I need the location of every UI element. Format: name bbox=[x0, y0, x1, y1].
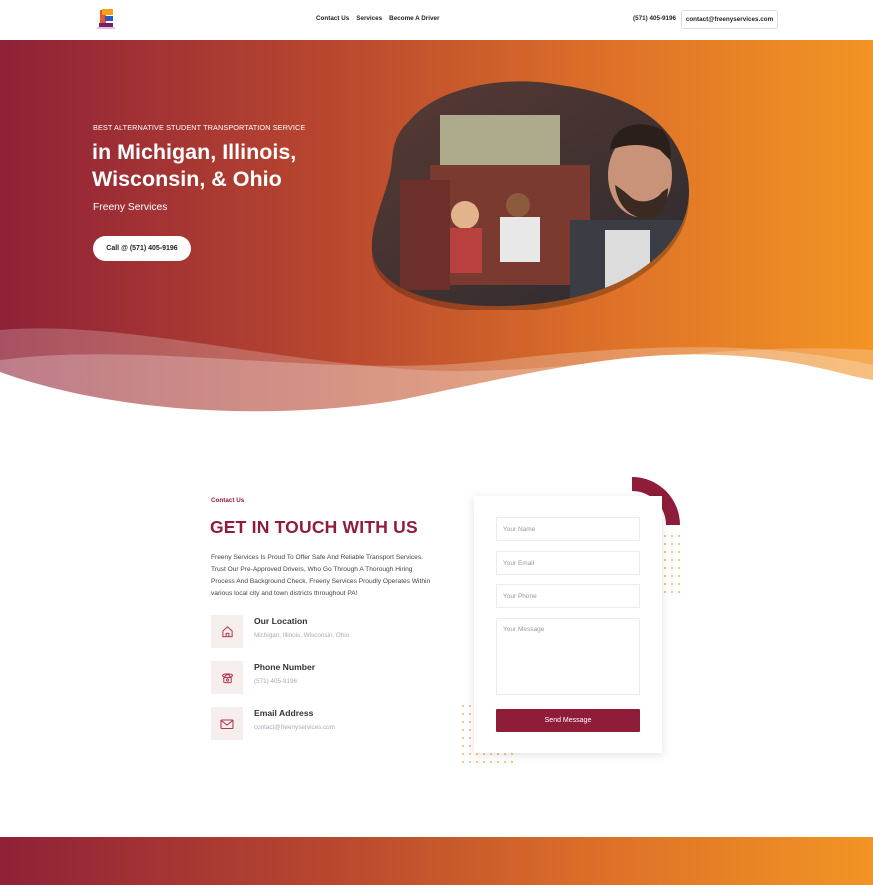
hero-section: BEST ALTERNATIVE STUDENT TRANSPORTATION … bbox=[0, 40, 873, 420]
nav-become-a-driver[interactable]: Become A Driver bbox=[389, 15, 439, 22]
info-location: Our Location Michigan, Illinois, Wiscons… bbox=[211, 615, 411, 648]
contact-kicker: Contact Us bbox=[211, 497, 245, 504]
contact-title: GET IN TOUCH WITH US bbox=[210, 517, 418, 537]
hero-subtitle: Freeny Services bbox=[93, 202, 168, 213]
call-button[interactable]: Call @ (571) 405-9196 bbox=[93, 236, 191, 261]
hero-photo bbox=[371, 81, 689, 310]
info-phone: Phone Number (571) 405-9196 bbox=[211, 661, 411, 694]
mail-icon bbox=[211, 707, 243, 740]
nav-contact-us[interactable]: Contact Us bbox=[316, 15, 349, 22]
hero-waves bbox=[0, 328, 873, 420]
location-value: Michigan, Illinois, Wisconsin, Ohio bbox=[254, 632, 350, 639]
footer-band bbox=[0, 837, 873, 885]
logo-icon bbox=[97, 9, 115, 29]
header-phone-link[interactable]: (571) 405-9196 bbox=[633, 15, 676, 22]
main-nav: Contact Us Services Become A Driver bbox=[316, 15, 439, 22]
nav-services[interactable]: Services bbox=[356, 15, 382, 22]
send-message-button[interactable]: Send Message bbox=[496, 709, 640, 732]
phone-icon bbox=[211, 661, 243, 694]
logo[interactable] bbox=[94, 6, 120, 32]
phone-title: Phone Number bbox=[254, 662, 316, 672]
decor-dots-right bbox=[664, 535, 680, 593]
site-header: Contact Us Services Become A Driver (571… bbox=[0, 0, 873, 40]
contact-description: Freeny Services Is Proud To Offer Safe A… bbox=[211, 554, 431, 597]
phone-value[interactable]: (571) 405-9196 bbox=[254, 678, 297, 685]
phone-field[interactable] bbox=[496, 584, 640, 608]
email-field[interactable] bbox=[496, 551, 640, 575]
hero-kicker: BEST ALTERNATIVE STUDENT TRANSPORTATION … bbox=[93, 123, 306, 132]
info-email: Email Address contact@freenyservices.com bbox=[211, 707, 411, 740]
home-icon bbox=[211, 615, 243, 648]
email-value[interactable]: contact@freenyservices.com bbox=[254, 724, 335, 731]
location-title: Our Location bbox=[254, 616, 308, 626]
email-title: Email Address bbox=[254, 708, 314, 718]
header-email-button[interactable]: contact@freenyservices.com bbox=[681, 10, 778, 29]
name-field[interactable] bbox=[496, 517, 640, 541]
message-field[interactable] bbox=[496, 618, 640, 695]
hero-title: in Michigan, Illinois, Wisconsin, & Ohio bbox=[92, 140, 297, 191]
